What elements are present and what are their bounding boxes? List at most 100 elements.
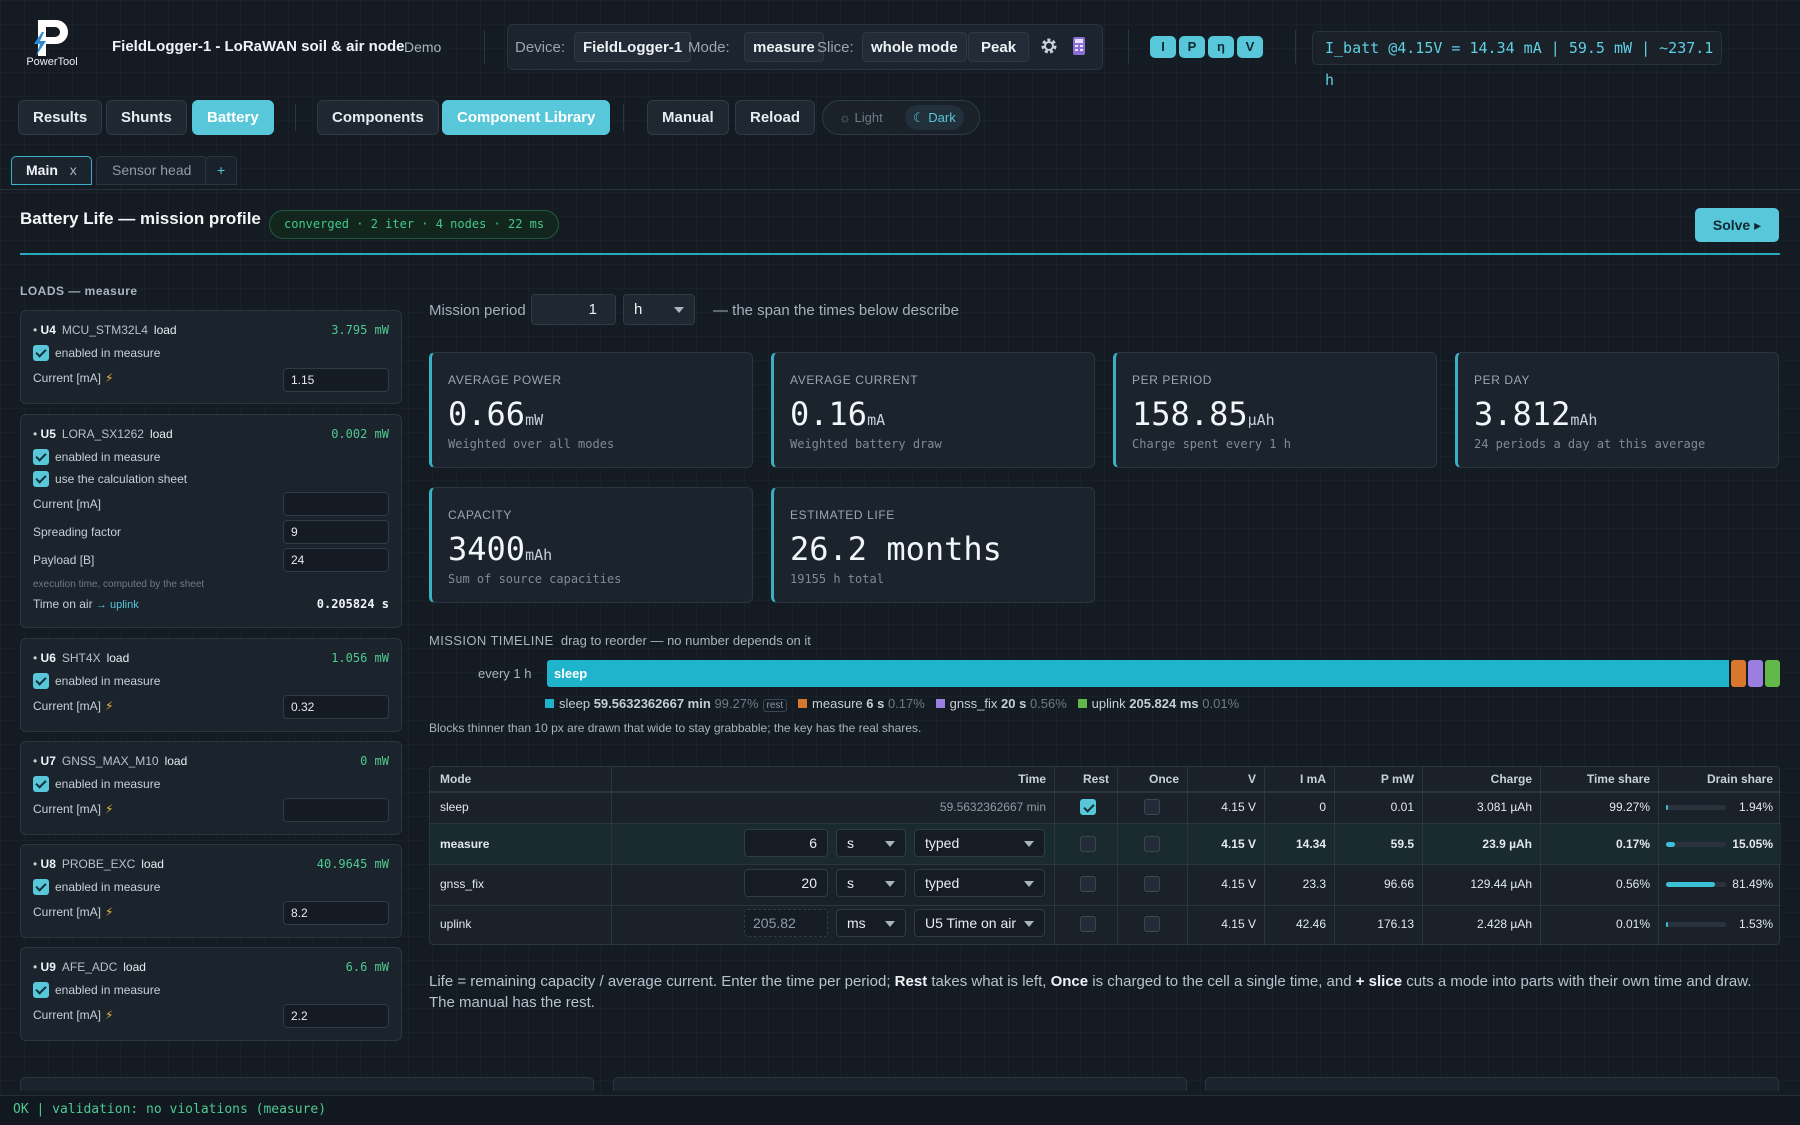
timeline-block-measure[interactable]	[1731, 660, 1746, 687]
checkbox-icon[interactable]	[33, 345, 49, 361]
uplink-time-unit-select[interactable]: ms	[836, 909, 906, 937]
payload-input[interactable]: 24	[283, 548, 389, 572]
measure-time-unit-select[interactable]: s	[836, 829, 906, 857]
components-button[interactable]: Components	[317, 100, 439, 135]
device-bar: Device: FieldLogger-1 Mode: measure Slic…	[507, 24, 1103, 70]
light-theme-option[interactable]: ☼ Light	[831, 105, 891, 130]
timeline-bar[interactable]: sleep	[547, 660, 1780, 687]
load-card-u8: • U8 PROBE_EXC load 40.9645 mW enabled in …	[20, 844, 402, 938]
gnss-fix-time-unit-select[interactable]: s	[836, 869, 906, 897]
column-header-once: Once	[1117, 767, 1179, 792]
chip-efficiency[interactable]: η	[1208, 36, 1234, 58]
once-checkbox[interactable]	[1144, 916, 1160, 932]
reload-button[interactable]: Reload	[735, 100, 816, 135]
timeline-block-sleep[interactable]: sleep	[547, 660, 1729, 687]
collapse-dot-icon[interactable]: •	[33, 857, 37, 871]
chevron-down-icon	[1024, 841, 1034, 847]
collapse-dot-icon[interactable]: •	[33, 651, 37, 665]
stat-average-power: AVERAGE POWER 0.66mW Weighted over all m…	[429, 352, 753, 468]
chip-current[interactable]: I	[1150, 36, 1176, 58]
bolt-icon: ⚡	[105, 371, 114, 385]
measure-time-input[interactable]: 6	[744, 829, 828, 857]
close-tab-icon[interactable]: x	[70, 162, 77, 178]
chevron-down-icon	[885, 881, 895, 887]
mode-label: Mode:	[688, 39, 730, 56]
current-input[interactable]: 8.2	[283, 901, 389, 925]
chip-power[interactable]: P	[1179, 36, 1205, 58]
checkbox-icon[interactable]	[33, 449, 49, 465]
shunts-button[interactable]: Shunts	[106, 100, 187, 135]
enabled-checkbox[interactable]: enabled in measure	[33, 345, 160, 362]
checkbox-icon[interactable]	[33, 776, 49, 792]
manual-button[interactable]: Manual	[647, 100, 729, 135]
collapse-dot-icon[interactable]: •	[33, 427, 37, 441]
enabled-checkbox[interactable]: enabled in measure	[33, 449, 160, 466]
once-checkbox[interactable]	[1144, 799, 1160, 815]
tab-main[interactable]: Main x	[11, 156, 92, 185]
collapse-dot-icon[interactable]: •	[33, 754, 37, 768]
checkbox-icon[interactable]	[33, 879, 49, 895]
component-library-button[interactable]: Component Library	[442, 100, 611, 135]
results-button[interactable]: Results	[18, 100, 103, 135]
app-title: FieldLogger-1 - LoRaWAN soil & air node	[112, 38, 405, 55]
enabled-checkbox[interactable]: enabled in measure	[33, 776, 160, 793]
mode-select[interactable]: measure	[744, 32, 824, 62]
rest-checkbox[interactable]	[1080, 916, 1096, 932]
mission-period-unit-select[interactable]: h	[623, 294, 695, 325]
chip-voltage[interactable]: V	[1237, 36, 1263, 58]
once-checkbox[interactable]	[1144, 876, 1160, 892]
current-input[interactable]: 1.15	[283, 368, 389, 392]
load-power: 1.056 mW	[331, 651, 389, 665]
rest-checkbox[interactable]	[1080, 836, 1096, 852]
calculator-icon[interactable]	[1072, 36, 1088, 58]
current-input[interactable]: 0.32	[283, 695, 389, 719]
current-input[interactable]	[283, 492, 389, 516]
enabled-checkbox[interactable]: enabled in measure	[33, 673, 160, 690]
enabled-checkbox[interactable]: enabled in measure	[33, 982, 160, 999]
device-select[interactable]: FieldLogger-1	[574, 32, 692, 62]
uplink-source-select[interactable]: U5 Time on air	[914, 909, 1045, 937]
gear-icon[interactable]	[1039, 36, 1061, 58]
rest-checkbox[interactable]	[1080, 876, 1096, 892]
section-divider	[20, 253, 1780, 255]
once-checkbox[interactable]	[1144, 836, 1160, 852]
checkbox-icon[interactable]	[33, 982, 49, 998]
collapse-dot-icon[interactable]: •	[33, 960, 37, 974]
calc-sheet-checkbox[interactable]: use the calculation sheet	[33, 471, 187, 488]
stat-capacity: CAPACITY 3400mAh Sum of source capacitie…	[429, 487, 753, 603]
dark-theme-option[interactable]: ☾ Dark	[905, 105, 964, 130]
current-label: Current [mA] ⚡	[33, 905, 114, 919]
battery-button[interactable]: Battery	[192, 100, 274, 135]
divider	[1128, 30, 1129, 64]
load-card-u4: • U4 MCU_STM32L4 load 3.795 mW enabled in …	[20, 310, 402, 404]
chevron-down-icon	[885, 841, 895, 847]
solve-button[interactable]: Solve ▸	[1695, 208, 1779, 242]
checkbox-icon[interactable]	[33, 673, 49, 689]
enabled-checkbox[interactable]: enabled in measure	[33, 879, 160, 896]
checkbox-icon[interactable]	[33, 471, 49, 487]
column-header-p: P mW	[1334, 767, 1414, 792]
add-tab-button[interactable]: +	[205, 156, 238, 185]
mission-period-input[interactable]: 1	[531, 294, 616, 325]
spreading-factor-input[interactable]: 9	[283, 520, 389, 544]
mode-table: Mode Time Rest Once V I mA P mW Charge T…	[429, 766, 1781, 946]
slice-select[interactable]: whole mode	[862, 32, 967, 62]
measure-source-select[interactable]: typed	[914, 829, 1045, 857]
app-header: PowerTool FieldLogger-1 - LoRaWAN soil &…	[0, 0, 1800, 94]
rest-checkbox[interactable]	[1080, 799, 1096, 815]
spreading-factor-label: Spreading factor	[33, 525, 122, 539]
theme-toggle[interactable]: ☼ Light ☾ Dark	[822, 100, 980, 135]
help-text: Life = remaining capacity / average curr…	[429, 973, 1752, 1011]
gnss-fix-time-input[interactable]: 20	[744, 869, 828, 897]
current-input[interactable]	[283, 798, 389, 822]
gnss-fix-source-select[interactable]: typed	[914, 869, 1045, 897]
tab-sensor-head[interactable]: Sensor head	[96, 156, 208, 185]
timeline-block-uplink[interactable]	[1765, 660, 1780, 687]
load-power: 40.9645 mW	[316, 857, 389, 871]
peak-button[interactable]: Peak	[968, 32, 1030, 62]
timeline-block-gnss-fix[interactable]	[1748, 660, 1763, 687]
current-input[interactable]: 2.2	[283, 1004, 389, 1028]
timeline-heading: MISSION TIMELINE drag to reorder — no nu…	[429, 633, 811, 648]
collapse-dot-icon[interactable]: •	[33, 323, 37, 337]
uplink-link[interactable]: → uplink	[96, 599, 139, 611]
